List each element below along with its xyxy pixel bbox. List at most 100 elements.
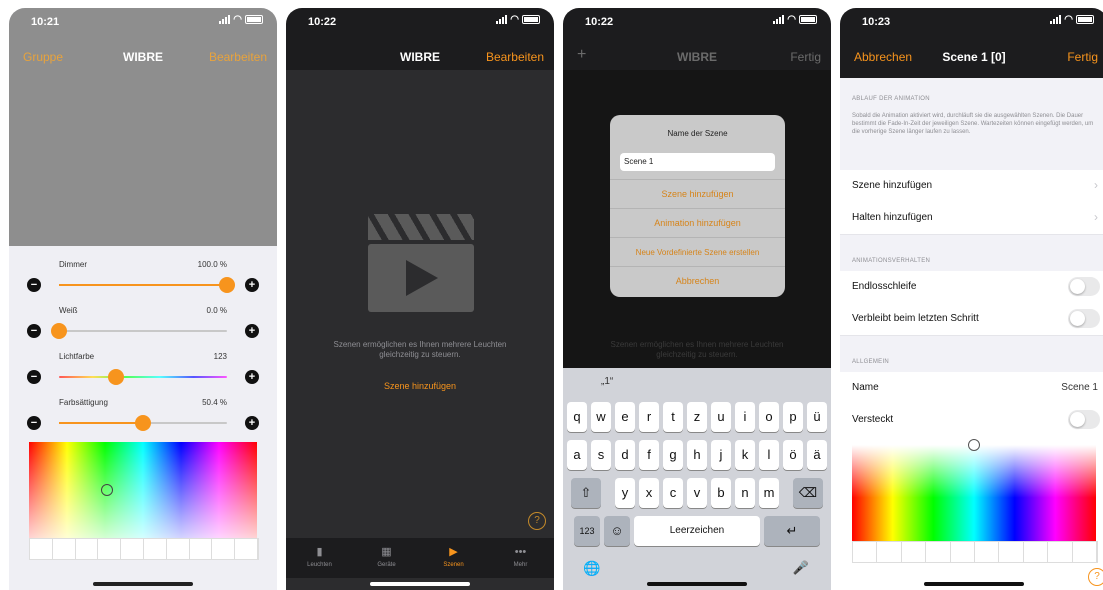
key[interactable]: w [591, 402, 611, 432]
home-indicator [924, 582, 1024, 586]
tab-devices[interactable]: ▦ Geräte [353, 538, 420, 578]
color-picker-field[interactable] [852, 439, 1096, 541]
white-minus-button[interactable]: − [27, 324, 41, 338]
saturation-thumb[interactable] [135, 415, 151, 431]
white-slider[interactable] [51, 323, 227, 339]
delete-key[interactable]: ⌫ [793, 478, 823, 508]
tab-lights[interactable]: ▮ Leuchten [286, 538, 353, 578]
key[interactable]: n [735, 478, 755, 508]
nav-bar: + WIBRE Fertig [563, 34, 831, 70]
edit-button[interactable]: Bearbeiten [209, 50, 267, 64]
hidden-row: Versteckt [840, 404, 1103, 438]
hue-thumb[interactable] [108, 369, 125, 385]
white-thumb[interactable] [51, 323, 67, 339]
key[interactable]: q [567, 402, 587, 432]
color-picker-cursor[interactable] [101, 484, 113, 496]
help-icon[interactable]: ? [528, 512, 546, 530]
create-predefined-scene-button[interactable]: Neue Vordefinierte Szene erstellen [610, 237, 785, 267]
saturation-slider-row: Farbsättigung 50.4 % − + [27, 398, 259, 438]
key[interactable]: h [687, 440, 707, 470]
key[interactable]: y [615, 478, 635, 508]
return-key[interactable]: ↵ [764, 516, 820, 546]
key[interactable]: l [759, 440, 779, 470]
space-key[interactable]: Leerzeichen [634, 516, 760, 546]
key[interactable]: z [687, 402, 707, 432]
key[interactable]: t [663, 402, 683, 432]
status-bar: 10:21 ◠ [9, 8, 277, 34]
dimmer-slider[interactable] [59, 277, 235, 293]
saturation-plus-button[interactable]: + [245, 416, 259, 430]
add-hold-row[interactable]: Halten hinzufügen › [840, 202, 1103, 235]
key[interactable]: i [735, 402, 755, 432]
emoji-key[interactable]: ☺ [604, 516, 630, 546]
hidden-toggle[interactable] [1068, 410, 1100, 429]
microphone-icon[interactable]: 🎤 [793, 560, 809, 576]
key[interactable]: ü [807, 402, 827, 432]
key[interactable]: m [759, 478, 779, 508]
tab-scenes[interactable]: ▶ Szenen [420, 538, 487, 578]
cancel-button[interactable]: Abbrechen [610, 266, 785, 296]
key[interactable]: u [711, 402, 731, 432]
key[interactable]: j [711, 440, 731, 470]
numbers-key[interactable]: 123 [574, 516, 600, 546]
alert-title: Name der Szene [667, 129, 728, 138]
add-scene-row[interactable]: Szene hinzufügen › [840, 170, 1103, 203]
key[interactable]: v [687, 478, 707, 508]
animation-description: Sobald die Animation aktiviert wird, dur… [852, 113, 1094, 135]
scene-name-input[interactable]: Scene 1 [620, 153, 775, 171]
key[interactable]: r [639, 402, 659, 432]
done-button[interactable]: Fertig [790, 50, 821, 64]
saturation-slider[interactable] [59, 415, 227, 431]
status-bar: 10:23 ◠ [840, 8, 1103, 34]
add-scene-link[interactable]: Szene hinzufügen [286, 381, 554, 391]
edit-button[interactable]: Bearbeiten [486, 50, 544, 64]
key[interactable]: d [615, 440, 635, 470]
color-swatch-row[interactable] [29, 538, 259, 560]
screen-light-control: 10:21 ◠ Gruppe WIBRE Bearbeiten Dimmer 1… [9, 8, 277, 590]
key[interactable]: a [567, 440, 587, 470]
done-button[interactable]: Fertig [1067, 50, 1098, 64]
stay-last-step-toggle[interactable] [1068, 309, 1100, 328]
color-picker-cursor[interactable] [968, 439, 980, 451]
key[interactable]: o [759, 402, 779, 432]
key[interactable]: x [639, 478, 659, 508]
dimmer-minus-button[interactable]: − [27, 278, 41, 292]
key[interactable]: s [591, 440, 611, 470]
key[interactable]: f [639, 440, 659, 470]
help-icon[interactable]: ? [1088, 568, 1103, 586]
globe-icon[interactable]: 🌐 [583, 560, 600, 577]
clapperboard-icon [368, 214, 474, 312]
endless-loop-toggle[interactable] [1068, 277, 1100, 296]
saturation-minus-button[interactable]: − [27, 416, 41, 430]
stay-last-step-row: Verbleibt beim letzten Schritt [840, 303, 1103, 336]
key[interactable]: c [663, 478, 683, 508]
scenes-content [286, 70, 554, 590]
key[interactable]: b [711, 478, 731, 508]
tab-more[interactable]: ••• Mehr [487, 538, 554, 578]
key[interactable]: ä [807, 440, 827, 470]
hue-plus-button[interactable]: + [245, 370, 259, 384]
scene-name-value[interactable]: Scene 1 [1061, 382, 1098, 393]
name-row[interactable]: Name Scene 1 [840, 372, 1103, 405]
dimmer-plus-button[interactable]: + [245, 278, 259, 292]
scene-icon: ▶ [449, 546, 458, 558]
saturation-label: Farbsättigung [59, 398, 108, 407]
white-label: Weiß [59, 306, 78, 315]
key[interactable]: e [615, 402, 635, 432]
dimmer-value: 100.0 % [197, 260, 227, 269]
key[interactable]: p [783, 402, 803, 432]
color-swatch-row[interactable] [852, 541, 1098, 563]
tab-label: Mehr [513, 562, 528, 568]
shift-key[interactable]: ⇧ [571, 478, 601, 508]
hue-minus-button[interactable]: − [27, 370, 41, 384]
keyboard-suggestion[interactable]: „1“ [601, 376, 613, 387]
key[interactable]: ö [783, 440, 803, 470]
white-plus-button[interactable]: + [245, 324, 259, 338]
add-animation-button[interactable]: Animation hinzufügen [610, 208, 785, 238]
hue-slider[interactable] [59, 369, 227, 385]
dimmer-thumb[interactable] [219, 277, 235, 293]
bulb-icon: ▮ [316, 546, 323, 558]
add-scene-button[interactable]: Szene hinzufügen [610, 179, 785, 209]
key[interactable]: g [663, 440, 683, 470]
key[interactable]: k [735, 440, 755, 470]
